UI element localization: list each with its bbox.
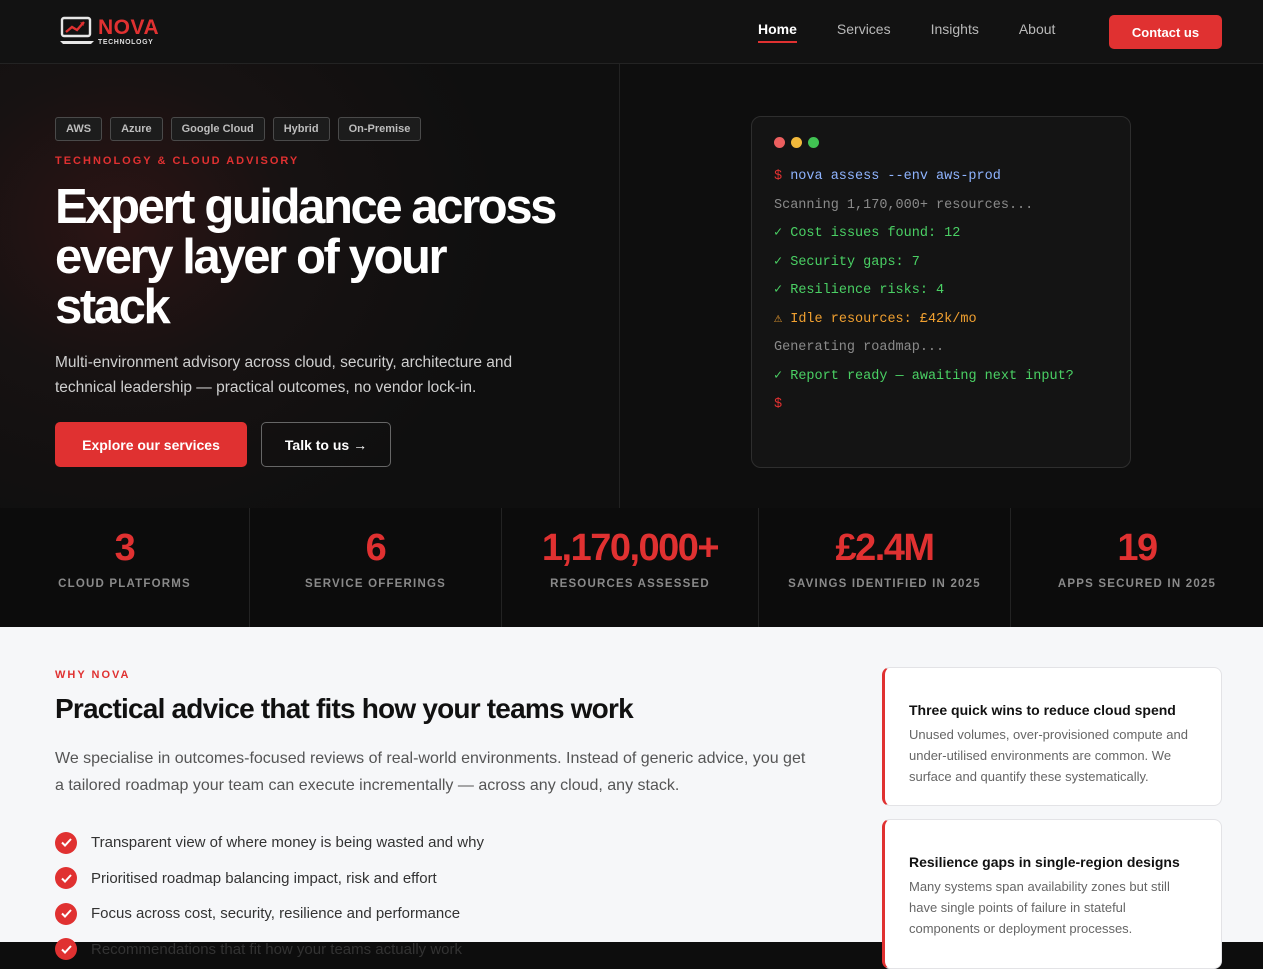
nav-link-services[interactable]: Services (837, 21, 891, 43)
list-item-text: Transparent view of where money is being… (91, 834, 484, 852)
terminal-line: ✓ Resilience risks: 4 (774, 277, 1114, 306)
insight-card-cloud-spend[interactable]: Three quick wins to reduce cloud spend U… (882, 667, 1222, 806)
why-eyebrow: WHY NOVA (55, 669, 131, 681)
stat-label: RESOURCES ASSESSED (550, 578, 710, 590)
terminal-line: ✓ Report ready — awaiting next input? (774, 363, 1114, 392)
list-item-text: Focus across cost, security, resilience … (91, 905, 461, 923)
terminal-line: ⚠ Idle resources: £42k/mo (774, 306, 1114, 335)
stat-value: 6 (365, 527, 387, 569)
tag-azure: Azure (110, 117, 163, 141)
stat-label: CLOUD PLATFORMS (58, 578, 191, 590)
checkmark-icon: ✓ (774, 254, 791, 270)
terminal-line-text: Resilience risks: 4 (790, 283, 945, 298)
tag-google-cloud: Google Cloud (170, 117, 265, 141)
list-item: Focus across cost, security, resilience … (55, 896, 484, 932)
hero-headline: Expert guidance across every layer of yo… (55, 182, 615, 332)
terminal-line: Scanning 1,170,000+ resources... (774, 192, 1114, 221)
check-icon (55, 902, 77, 925)
logo-brand: NOVA (98, 15, 160, 39)
terminal-line-text: Scanning 1,170,000+ resources... (774, 197, 1034, 213)
stat-cloud-platforms: 3 CLOUD PLATFORMS (0, 508, 250, 627)
checkmark-icon: ✓ (774, 283, 791, 298)
list-item-text: Recommendations that fit how your teams … (91, 940, 462, 958)
nav-link-insights[interactable]: Insights (931, 21, 979, 43)
headline-line-1: Expert guidance across (55, 180, 557, 234)
maximize-dot-icon (808, 137, 819, 148)
headline-line-2: every layer of your (55, 230, 448, 284)
minimize-dot-icon (791, 137, 802, 148)
stat-service-offerings: 6 SERVICE OFFERINGS (250, 508, 502, 627)
talk-to-us-button[interactable]: Talk to us → (261, 422, 391, 467)
stat-label: SAVINGS IDENTIFIED IN 2025 (788, 578, 981, 590)
terminal-line: $ nova assess --env aws-prod (774, 163, 1114, 192)
check-icon (55, 831, 77, 854)
prompt-symbol: $ (774, 169, 791, 184)
hero-subtext: Multi-environment advisory across cloud,… (55, 354, 513, 396)
stat-value: £2.4M (835, 527, 935, 569)
platform-tags: AWS Azure Google Cloud Hybrid On-Premise (55, 117, 429, 141)
stat-label: SERVICE OFFERINGS (305, 578, 446, 590)
terminal-line-text: Report ready — awaiting next input? (790, 368, 1074, 384)
benefits-list: Transparent view of where money is being… (55, 825, 484, 967)
stat-label: APPS SECURED IN 2025 (1057, 578, 1217, 590)
card-title: Three quick wins to reduce cloud spend (909, 702, 1176, 718)
checkmark-icon: ✓ (774, 226, 791, 241)
warning-icon: ⚠ (774, 311, 791, 327)
window-controls (774, 137, 825, 148)
nav-link-home[interactable]: Home (758, 21, 797, 43)
terminal-line: $ (774, 391, 1114, 420)
terminal-line-text: nova assess --env aws-prod (790, 169, 1001, 184)
nova-logo[interactable]: NOVA TECHNOLOGY (60, 14, 159, 48)
headline-line-3: stack (55, 280, 171, 334)
hero-eyebrow: TECHNOLOGY & CLOUD ADVISORY (55, 155, 300, 167)
hero-terminal-panel: $ nova assess --env aws-prod Scanning 1,1… (620, 64, 1263, 508)
checkmark-icon: ✓ (774, 368, 791, 384)
stat-savings-identified: £2.4M SAVINGS IDENTIFIED IN 2025 (759, 508, 1011, 627)
nav-links: Home Services Insights About (758, 21, 1095, 43)
terminal-output: $ nova assess --env aws-prod Scanning 1,1… (774, 163, 1114, 420)
card-body: Unused volumes, over-provisioned compute… (909, 727, 1188, 784)
top-nav: NOVA TECHNOLOGY Home Services Insights A… (0, 0, 1263, 64)
stat-resources-assessed: 1,170,000+ RESOURCES ASSESSED (502, 508, 759, 627)
list-item: Transparent view of where money is being… (55, 825, 484, 861)
stat-value: 1,170,000+ (541, 527, 720, 569)
list-item: Prioritised roadmap balancing impact, ri… (55, 861, 484, 897)
explore-services-button[interactable]: Explore our services (55, 422, 247, 467)
terminal-line: ✓ Security gaps: 7 (774, 249, 1114, 278)
list-item: Recommendations that fit how your teams … (55, 932, 484, 968)
terminal-line: Generating roadmap... (774, 334, 1114, 363)
check-icon (55, 867, 77, 890)
card-body: Many systems span availability zones but… (909, 879, 1170, 936)
terminal-line: ✓ Cost issues found: 12 (774, 220, 1114, 249)
terminal-line-text: Security gaps: 7 (790, 254, 920, 270)
prompt-symbol: $ (774, 397, 783, 412)
terminal-window: $ nova assess --env aws-prod Scanning 1,1… (751, 116, 1131, 468)
why-title: Practical advice that fits how your team… (55, 693, 634, 724)
tag-hybrid: Hybrid (272, 117, 330, 141)
monitor-logo-icon (60, 16, 94, 44)
terminal-line-text: Cost issues found: 12 (790, 226, 961, 241)
card-title: Resilience gaps in single-region designs (909, 854, 1180, 870)
insight-card-resilience-gaps[interactable]: Resilience gaps in single-region designs… (882, 819, 1222, 969)
stat-value: 3 (114, 527, 136, 569)
stat-value: 19 (1117, 527, 1158, 569)
why-body: We specialise in outcomes-focused review… (55, 750, 806, 794)
logo-tagline: TECHNOLOGY (98, 38, 154, 46)
contact-us-button[interactable]: Contact us (1109, 15, 1222, 49)
tag-on-premise: On-Premise (337, 117, 422, 141)
terminal-line-text: Idle resources: £42k/mo (790, 311, 977, 327)
close-dot-icon (774, 137, 785, 148)
hero-section: AWS Azure Google Cloud Hybrid On-Premise… (0, 64, 1263, 508)
stats-bar: 3 CLOUD PLATFORMS 6 SERVICE OFFERINGS 1,… (0, 508, 1263, 627)
nav-link-about[interactable]: About (1019, 21, 1056, 43)
terminal-line-text: Generating roadmap... (774, 340, 945, 355)
tag-aws: AWS (55, 117, 103, 141)
why-nova-section: WHY NOVA Practical advice that fits how … (0, 627, 1263, 969)
list-item-text: Prioritised roadmap balancing impact, ri… (91, 869, 437, 887)
stat-apps-secured: 19 APPS SECURED IN 2025 (1011, 508, 1263, 627)
